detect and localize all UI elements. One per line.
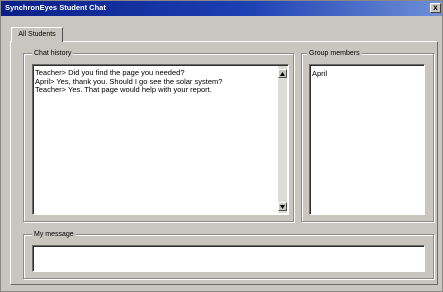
my-message-input[interactable]	[32, 245, 425, 272]
scroll-up-button[interactable]	[278, 69, 287, 78]
arrow-up-icon	[280, 72, 285, 76]
group-members-list[interactable]: April	[309, 64, 425, 215]
group-members-label: Group members	[307, 49, 362, 58]
chat-history-label: Chat history	[32, 49, 74, 58]
list-item[interactable]: April	[310, 69, 424, 78]
chat-message: Teacher> Yes. That page would help with …	[35, 85, 212, 94]
title-bar: SynchronEyes Student Chat x	[1, 1, 442, 16]
window-title: SynchronEyes Student Chat	[5, 3, 106, 12]
tab-all-students[interactable]: All Students	[11, 27, 63, 42]
chat-window: SynchronEyes Student Chat x All Students…	[0, 0, 443, 292]
close-button[interactable]: x	[430, 3, 441, 13]
chat-scrollbar[interactable]	[278, 66, 287, 213]
arrow-down-icon	[280, 205, 285, 209]
my-message-label: My message	[32, 230, 76, 239]
chat-history-box[interactable]: Teacher> Did you find the page you neede…	[32, 64, 289, 215]
scroll-down-button[interactable]	[278, 202, 287, 211]
